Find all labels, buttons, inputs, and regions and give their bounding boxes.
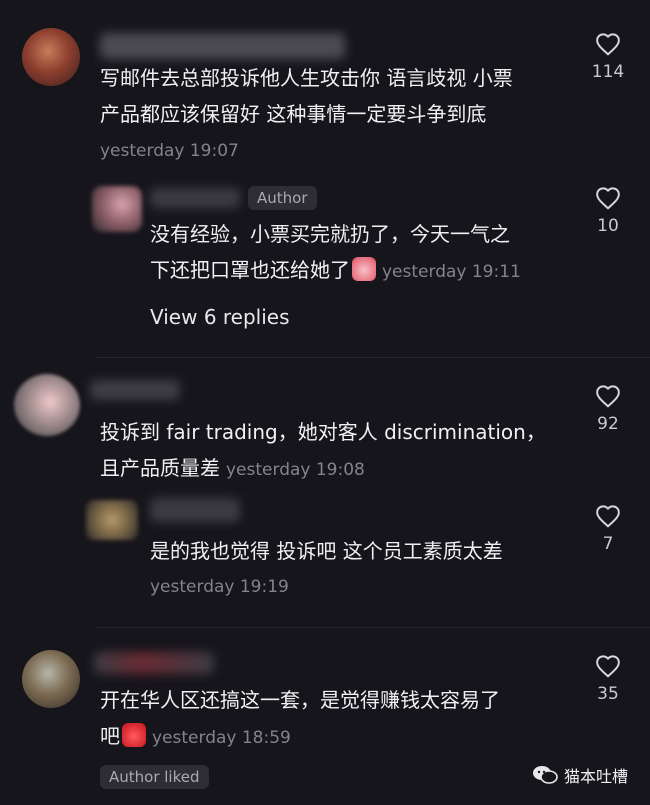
comment-text-line-2: 产品都应该保留好 这种事情一定要斗争到底 [100, 102, 487, 126]
heart-icon [596, 505, 620, 528]
avatar[interactable] [22, 28, 80, 86]
heart-icon [596, 385, 620, 408]
like-button[interactable]: 7 [583, 504, 633, 554]
comment-text-line-1: 开在华人区还搞这一套，是觉得赚钱太容易了 [100, 688, 500, 712]
comment-text: 开在华人区还搞这一套，是觉得赚钱太容易了 吧 yesterday 18:59 [100, 682, 500, 756]
like-button[interactable]: 114 [583, 32, 633, 82]
like-count: 114 [591, 62, 625, 82]
heart-icon [596, 33, 620, 56]
like-count: 10 [597, 216, 619, 236]
like-button[interactable]: 10 [583, 186, 633, 236]
comment-text-line-2: 下还把口罩也还给她了 yesterday 19:11 [150, 257, 521, 282]
username-blurred[interactable] [90, 380, 180, 400]
divider [96, 627, 650, 628]
timestamp: yesterday 18:59 [152, 728, 291, 748]
watermark-text: 猫本吐槽 [563, 767, 628, 786]
author-badge: Author [248, 186, 317, 210]
like-button[interactable]: 35 [583, 654, 633, 704]
comment-text-line-1: 是的我也觉得 投诉吧 这个员工素质太差 [150, 539, 503, 563]
pink-face-emoji [352, 257, 376, 281]
username-blurred[interactable] [150, 498, 240, 522]
comment-text-line-1: 没有经验，小票买完就扔了，今天一气之 [150, 222, 510, 246]
username-blurred[interactable] [150, 188, 240, 208]
like-button[interactable]: 92 [583, 384, 633, 434]
comment-text-line-1: 投诉到 fair trading，她对客人 discrimination， [100, 420, 546, 444]
like-count: 35 [597, 684, 619, 704]
like-count: 7 [602, 534, 614, 554]
comment-text: 写邮件去总部投诉他人生攻击你 语言歧视 小票 产品都应该保留好 这种事情一定要斗… [100, 60, 513, 132]
comment-text: 投诉到 fair trading，她对客人 discrimination， 且产… [100, 414, 546, 488]
view-replies-link[interactable]: View 6 replies [150, 305, 290, 329]
heart-icon [596, 187, 620, 210]
heart-icon [596, 655, 620, 678]
devil-face-emoji [122, 723, 146, 747]
timestamp: yesterday 19:19 [150, 577, 289, 597]
timestamp: yesterday 19:11 [382, 262, 521, 282]
like-count: 92 [597, 414, 619, 434]
divider [96, 357, 650, 358]
timestamp: yesterday 19:08 [226, 460, 365, 480]
timestamp: yesterday 19:07 [100, 141, 239, 161]
author-liked-badge: Author liked [100, 765, 209, 789]
avatar[interactable] [14, 374, 80, 436]
wechat-icon [532, 766, 558, 784]
comment-text-line-2: 吧 yesterday 18:59 [100, 723, 291, 748]
avatar[interactable] [86, 500, 138, 540]
comment-text-line-1: 写邮件去总部投诉他人生攻击你 语言歧视 小票 [100, 66, 513, 90]
username-blurred[interactable] [100, 33, 345, 59]
comment-text: 没有经验，小票买完就扔了，今天一气之 下还把口罩也还给她了 yesterday 1… [150, 216, 521, 290]
avatar[interactable] [92, 186, 142, 232]
avatar[interactable] [22, 650, 80, 708]
comment-text: 是的我也觉得 投诉吧 这个员工素质太差 [150, 533, 503, 569]
comment-text-line-2: 且产品质量差 yesterday 19:08 [100, 456, 365, 480]
watermark: 猫本吐槽 [532, 763, 628, 787]
username-blurred[interactable] [94, 652, 214, 674]
